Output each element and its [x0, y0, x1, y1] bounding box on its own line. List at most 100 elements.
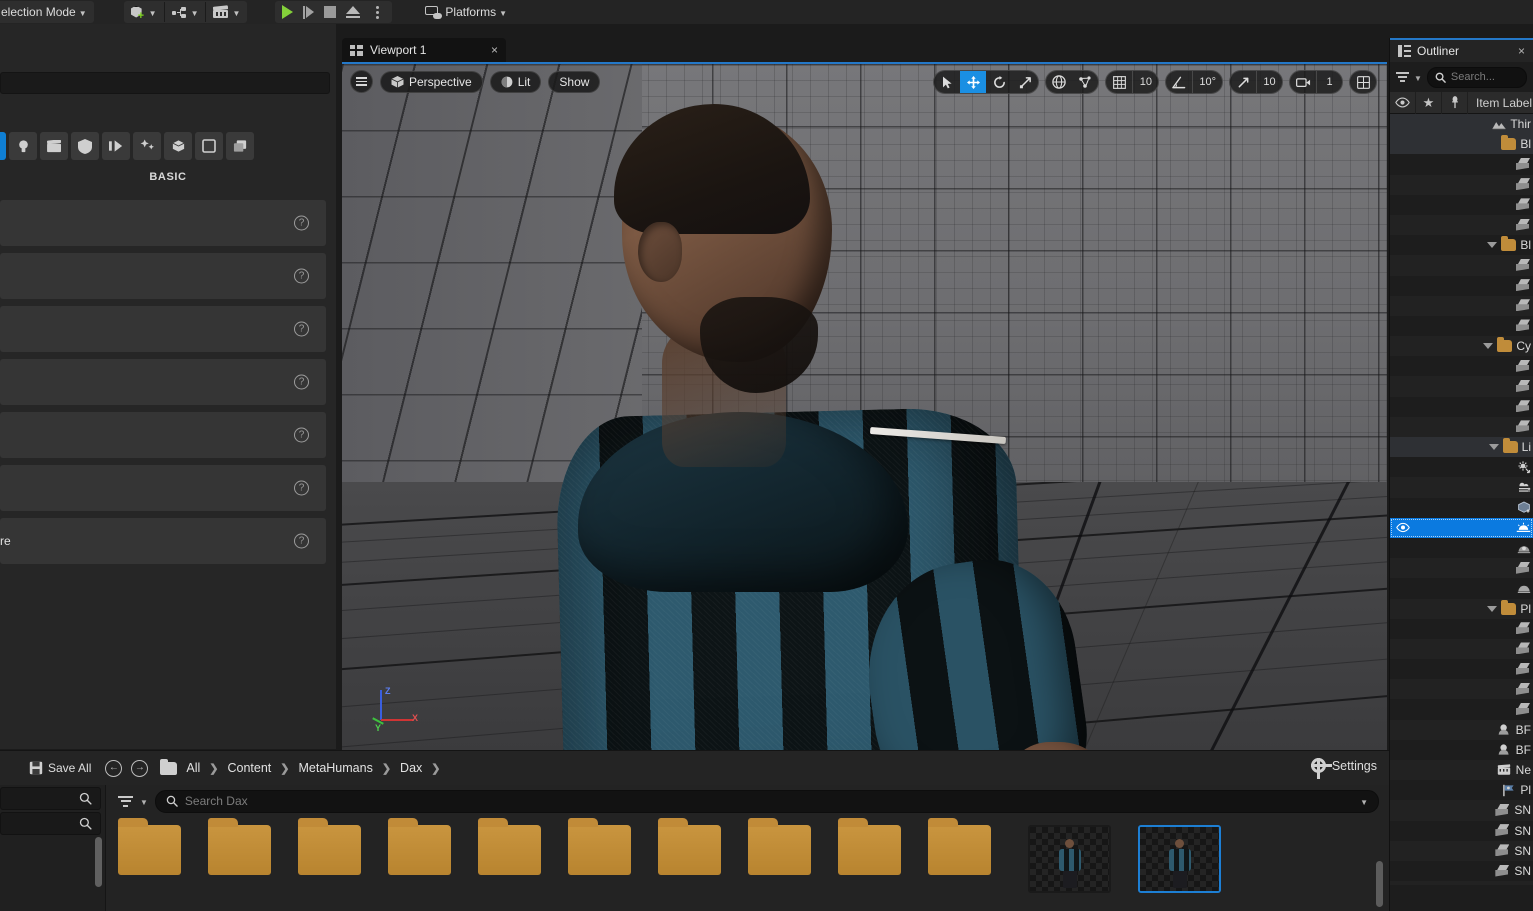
- eject-button[interactable]: [341, 2, 365, 22]
- outliner-row-level-sequence[interactable]: Ne: [1390, 760, 1533, 780]
- help-icon[interactable]: ?: [294, 375, 309, 390]
- tree-search-input-1[interactable]: [0, 787, 101, 810]
- asset-folder[interactable]: [388, 825, 451, 911]
- help-icon[interactable]: ?: [294, 481, 309, 496]
- outliner-row-height-fog[interactable]: [1390, 477, 1533, 497]
- back-button[interactable]: ←: [105, 760, 122, 777]
- tree-scrollbar[interactable]: [95, 837, 102, 887]
- breadcrumb-all[interactable]: All: [186, 761, 200, 775]
- outliner-row-static-mesh[interactable]: SN: [1390, 861, 1533, 881]
- visibility-toggle-icon[interactable]: [1396, 522, 1410, 534]
- recently-placed-category[interactable]: [0, 132, 6, 160]
- expand-arrow-icon[interactable]: [1487, 242, 1497, 248]
- expand-arrow-icon[interactable]: [1487, 606, 1497, 612]
- help-icon[interactable]: ?: [294, 534, 309, 549]
- outliner-row-text-render[interactable]: Tt Te: [1390, 881, 1533, 885]
- outliner-row-sky-light[interactable]: [1390, 498, 1533, 518]
- scale-tool-button[interactable]: [1012, 71, 1038, 93]
- outliner-row-folder[interactable]: Bl: [1390, 235, 1533, 255]
- save-all-button[interactable]: Save All: [24, 757, 96, 779]
- content-search-input[interactable]: Search Dax ▼: [155, 790, 1379, 813]
- place-actor-item[interactable]: ?: [0, 412, 326, 458]
- outliner-row-static-mesh[interactable]: [1390, 175, 1533, 195]
- help-icon[interactable]: ?: [294, 269, 309, 284]
- grid-snap-value[interactable]: 10: [1132, 71, 1158, 93]
- visibility-column-header[interactable]: [1390, 92, 1416, 114]
- chevron-down-icon[interactable]: ▼: [1360, 798, 1368, 807]
- filter-icon[interactable]: [1396, 72, 1409, 81]
- item-label-column-header[interactable]: Item Label: [1468, 96, 1532, 110]
- tab-outliner[interactable]: Outliner ×: [1390, 38, 1533, 62]
- selection-mode-dropdown[interactable]: election Mode ▼: [0, 2, 92, 22]
- outliner-row-static-mesh[interactable]: [1390, 356, 1533, 376]
- shapes-category[interactable]: [102, 132, 130, 160]
- blueprints-button[interactable]: ▼: [167, 2, 204, 22]
- help-icon[interactable]: ?: [294, 216, 309, 231]
- outliner-tree[interactable]: Thir Bl Bl: [1390, 114, 1533, 885]
- outliner-row-blueprint[interactable]: BF: [1390, 740, 1533, 760]
- outliner-row-static-mesh[interactable]: [1390, 558, 1533, 578]
- help-icon[interactable]: ?: [294, 322, 309, 337]
- camera-speed-value[interactable]: 1: [1316, 71, 1342, 93]
- filter-icon[interactable]: [118, 796, 133, 807]
- outliner-row-blueprint[interactable]: BF: [1390, 720, 1533, 740]
- volumes-category[interactable]: [164, 132, 192, 160]
- outliner-row-folder[interactable]: Cy: [1390, 336, 1533, 356]
- scale-snap-button[interactable]: [1230, 71, 1256, 93]
- outliner-row-static-mesh[interactable]: [1390, 276, 1533, 296]
- asset-folder[interactable]: [478, 825, 541, 911]
- outliner-row-static-mesh[interactable]: SN: [1390, 800, 1533, 820]
- play-options-button[interactable]: [365, 2, 390, 22]
- tab-viewport-1[interactable]: Viewport 1 ×: [342, 38, 506, 62]
- forward-button[interactable]: →: [131, 760, 148, 777]
- tree-search-input-2[interactable]: [0, 812, 101, 835]
- outliner-row-static-mesh[interactable]: [1390, 659, 1533, 679]
- place-actor-item[interactable]: ?: [0, 465, 326, 511]
- platforms-button[interactable]: Platforms ▼: [420, 2, 512, 22]
- outliner-row-static-mesh[interactable]: [1390, 679, 1533, 699]
- lights-category[interactable]: [71, 132, 99, 160]
- angle-snap-button[interactable]: [1166, 71, 1192, 93]
- world-coordinate-button[interactable]: [1046, 71, 1072, 93]
- level-viewport[interactable]: Perspective Lit Show: [342, 62, 1387, 750]
- outliner-row-static-mesh[interactable]: [1390, 376, 1533, 396]
- expand-arrow-icon[interactable]: [1483, 343, 1493, 349]
- outliner-row-static-mesh[interactable]: [1390, 417, 1533, 437]
- viewport-menu-button[interactable]: [350, 70, 373, 93]
- stop-button[interactable]: [319, 2, 341, 22]
- skip-play-button[interactable]: [298, 2, 319, 22]
- settings-button[interactable]: Settings: [1311, 758, 1377, 773]
- outliner-row-static-mesh[interactable]: [1390, 255, 1533, 275]
- camera-speed-button[interactable]: [1290, 71, 1316, 93]
- chevron-down-icon[interactable]: ▼: [1414, 74, 1422, 83]
- visual-effects-category[interactable]: [133, 132, 161, 160]
- asset-folder[interactable]: [118, 825, 181, 911]
- outliner-row-static-mesh[interactable]: [1390, 154, 1533, 174]
- folder-icon[interactable]: [160, 762, 177, 775]
- place-actor-item[interactable]: ?: [0, 253, 326, 299]
- geometry-category[interactable]: [195, 132, 223, 160]
- outliner-row-static-mesh[interactable]: [1390, 397, 1533, 417]
- basic-category[interactable]: [9, 132, 37, 160]
- help-icon[interactable]: ?: [294, 428, 309, 443]
- chevron-down-icon[interactable]: ▼: [140, 798, 148, 807]
- asset-folder[interactable]: [298, 825, 361, 911]
- outliner-row-folder[interactable]: Pl: [1390, 599, 1533, 619]
- outliner-row-volumetric-cloud[interactable]: [1390, 578, 1533, 598]
- asset-metahuman-thumbnail[interactable]: [1028, 825, 1111, 893]
- surface-snap-button[interactable]: [1072, 71, 1098, 93]
- outliner-row-directional-light[interactable]: [1390, 457, 1533, 477]
- place-actor-item[interactable]: ?: [0, 200, 326, 246]
- outliner-row-static-mesh[interactable]: SN: [1390, 821, 1533, 841]
- outliner-row-static-mesh[interactable]: [1390, 619, 1533, 639]
- scale-snap-value[interactable]: 10: [1256, 71, 1282, 93]
- pin-column-header[interactable]: [1442, 92, 1468, 114]
- add-actor-button[interactable]: + ▼: [126, 2, 162, 22]
- outliner-row-static-mesh[interactable]: [1390, 699, 1533, 719]
- asset-folder[interactable]: [928, 825, 991, 911]
- asset-folder[interactable]: [658, 825, 721, 911]
- cinematic-category[interactable]: [40, 132, 68, 160]
- outliner-row-static-mesh[interactable]: [1390, 316, 1533, 336]
- view-mode-dropdown[interactable]: Lit: [490, 71, 542, 93]
- outliner-row-static-mesh[interactable]: [1390, 639, 1533, 659]
